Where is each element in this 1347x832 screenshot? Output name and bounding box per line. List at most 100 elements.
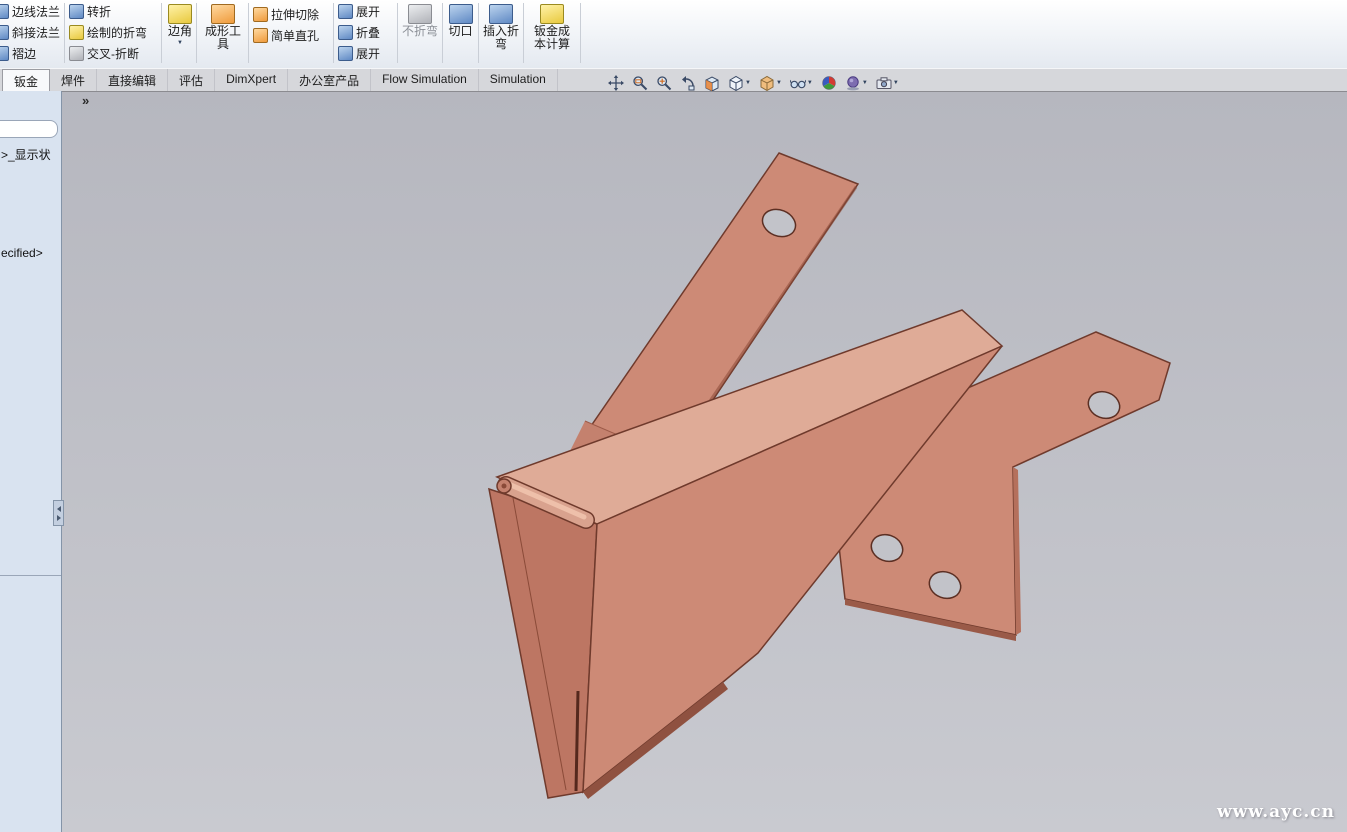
ribbon-group-fold: 展开 折叠 展开 [336,1,394,64]
part-scene [62,91,1347,832]
zoom-in-out-icon [656,75,672,91]
sheet-metal-costing-button[interactable]: 钣金成 本计算 [526,1,578,51]
ribbon-group-flanges: 边线法兰 斜接法兰 褶边 [0,1,60,64]
ribbon-group-cuts: 拉伸切除 简单直孔 [251,4,331,46]
zoom-to-area-icon [632,75,648,91]
flatten-icon [338,46,353,61]
edge-flange-button[interactable]: 边线法兰 [0,1,60,22]
ribbon-separator [196,3,197,63]
previous-view-button[interactable] [678,74,698,92]
ribbon-separator [248,3,249,63]
button-label: 展开 [356,45,380,62]
corner-button[interactable]: 边角 ▼ [164,1,196,47]
forming-tool-icon [211,4,235,24]
button-label: 展开 [356,3,380,20]
button-label: 拉伸切除 [271,6,319,23]
rip-button[interactable]: 切口 [444,1,477,38]
chevron-down-icon: ▼ [862,80,868,86]
zoom-to-area-button[interactable] [630,74,650,92]
flatten-button[interactable]: 展开 [336,43,394,64]
tab-sheet-metal[interactable]: 钣金 [2,69,50,92]
apply-scene-button[interactable]: ▼ [843,74,870,92]
view-settings-button[interactable]: ▼ [874,74,901,92]
button-label: 斜接法兰 [12,24,60,41]
ribbon-separator [161,3,162,63]
miter-flange-icon [0,25,9,40]
splitter-left-arrow-icon [57,506,61,512]
panel-splitter[interactable] [53,500,64,526]
feature-manager-panel: >_显示状 ecified> [0,91,62,832]
tab-flow-simulation[interactable]: Flow Simulation [371,69,479,91]
watermark: www.ayc.cn [1217,802,1335,822]
tab-simulation[interactable]: Simulation [479,69,558,91]
sketched-bend-icon [69,25,84,40]
view-orientation-button[interactable]: ▼ [726,74,753,92]
ribbon-separator [442,3,443,63]
button-label: 交叉-折断 [87,45,139,62]
ribbon-separator [478,3,479,63]
hem-button[interactable]: 褶边 [0,43,60,64]
chevron-down-icon: ▼ [807,80,813,86]
cross-break-button[interactable]: 交叉-折断 [67,43,159,64]
forming-tool-button[interactable]: 成形工 具 [199,1,247,51]
hide-show-items-icon [790,75,806,91]
simple-hole-button[interactable]: 简单直孔 [251,25,331,46]
tab-evaluate[interactable]: 评估 [168,69,215,91]
hem-icon [0,46,9,61]
ribbon-group-bends: 转折 绘制的折弯 交叉-折断 [67,1,159,64]
ribbon-separator [523,3,524,63]
view-orientation-icon [728,75,744,91]
sketched-bend-button[interactable]: 绘制的折弯 [67,22,159,43]
view-settings-icon [876,75,892,91]
section-view-button[interactable] [702,74,722,92]
edge-flange-icon [0,4,9,19]
corner-icon [168,4,192,24]
zoom-to-fit-button[interactable] [606,74,626,92]
insert-bends-icon [489,4,513,24]
button-label: 边角 [164,25,196,38]
hide-show-items-button[interactable]: ▼ [788,74,815,92]
graphics-viewport[interactable] [62,91,1347,832]
previous-view-icon [680,75,696,91]
display-style-icon [759,75,775,91]
button-label: 褶边 [12,45,36,62]
featuremanager-filter[interactable] [0,120,58,138]
featuremanager-item-configuration[interactable]: ecified> [1,246,43,260]
ribbon-separator [333,3,334,63]
extruded-cut-button[interactable]: 拉伸切除 [251,4,331,25]
tab-direct-editing[interactable]: 直接编辑 [97,69,168,91]
button-label: 边线法兰 [12,3,60,20]
unfold-button[interactable]: 展开 [336,1,394,22]
featuremanager-expand-chevron[interactable]: » [82,93,89,108]
ribbon-separator [397,3,398,63]
zoom-to-fit-icon [608,75,624,91]
edit-appearance-button[interactable] [819,74,839,92]
featuremanager-item-display-states[interactable]: >_显示状 [1,146,51,163]
button-label: 弯 [480,38,522,51]
button-label: 不折弯 [399,25,441,38]
body-hem-curl-center [502,484,507,489]
ribbon-separator [64,3,65,63]
button-label: 具 [199,38,247,51]
button-label: 折叠 [356,24,380,41]
zoom-in-out-button[interactable] [654,74,674,92]
sheet-metal-costing-icon [540,4,564,24]
edit-appearance-icon [821,75,837,91]
miter-flange-button[interactable]: 斜接法兰 [0,22,60,43]
button-label: 切口 [444,25,477,38]
tab-weldments[interactable]: 焊件 [50,69,97,91]
chevron-down-icon: ▼ [745,80,751,86]
rip-icon [449,4,473,24]
button-label: 绘制的折弯 [87,24,147,41]
tab-dimxpert[interactable]: DimXpert [215,69,288,91]
display-style-button[interactable]: ▼ [757,74,784,92]
extruded-cut-icon [253,7,268,22]
fold-button[interactable]: 折叠 [336,22,394,43]
insert-bends-button[interactable]: 插入折 弯 [480,1,522,51]
jog-button[interactable]: 转折 [67,1,159,22]
splitter-right-arrow-icon [57,515,61,521]
sheet-metal-ribbon: 边线法兰 斜接法兰 褶边 转折 绘制的折弯 交叉-折断 边角 ▼ [0,0,1347,69]
no-bends-button[interactable]: 不折弯 [399,1,441,38]
tab-office-products[interactable]: 办公室产品 [288,69,371,91]
body-left-face[interactable] [489,489,597,798]
